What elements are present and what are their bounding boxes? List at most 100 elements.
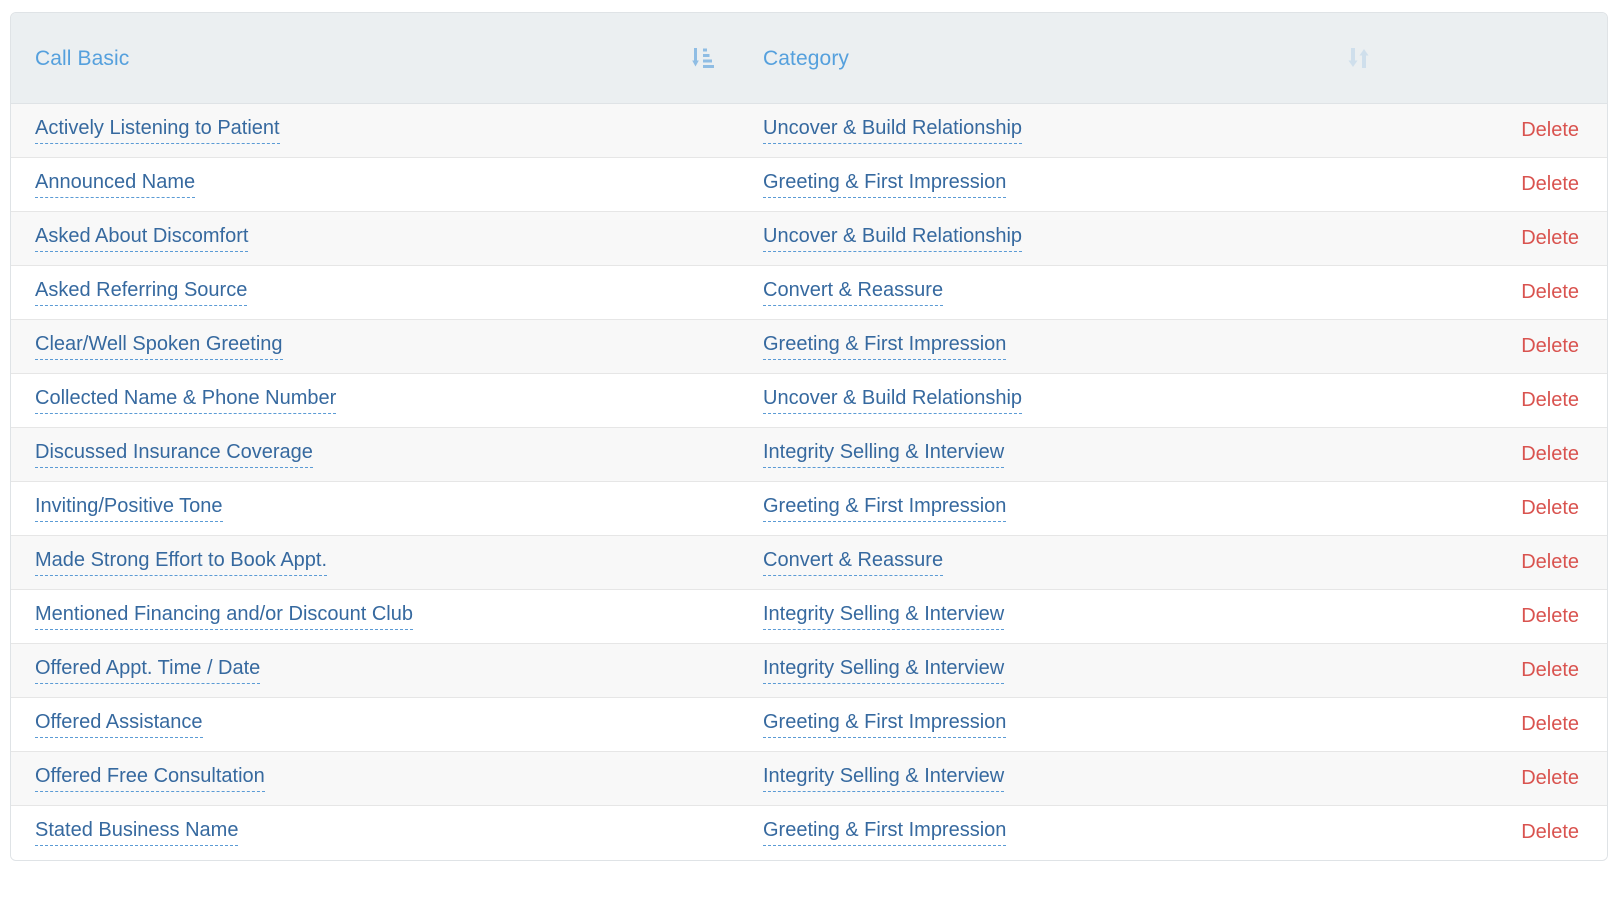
category-link[interactable]: Greeting & First Impression [763,171,1007,198]
cell-actions: Delete [1395,590,1607,644]
table-row: Actively Listening to Patient Uncover & … [11,103,1607,158]
cell-category: Greeting & First Impression [739,158,1395,212]
cell-actions: Delete [1395,752,1607,806]
cell-actions: Delete [1395,644,1607,698]
table-header-row: Call Basic Category [11,13,1607,104]
cell-category: Convert & Reassure [739,266,1395,320]
category-link[interactable]: Greeting & First Impression [763,819,1007,847]
category-link[interactable]: Greeting & First Impression [763,333,1007,360]
call-basic-link[interactable]: Announced Name [35,171,196,198]
cell-actions: Delete [1395,158,1607,212]
delete-button[interactable]: Delete [1521,389,1579,412]
cell-call-basic: Collected Name & Phone Number [11,374,739,428]
call-basic-link[interactable]: Made Strong Effort to Book Appt. [35,549,328,576]
cell-actions: Delete [1395,212,1607,266]
cell-category: Integrity Selling & Interview [739,590,1395,644]
call-basic-link[interactable]: Asked Referring Source [35,279,248,306]
cell-actions: Delete [1395,698,1607,752]
delete-button[interactable]: Delete [1521,443,1579,466]
cell-call-basic: Offered Assistance [11,698,739,752]
delete-button[interactable]: Delete [1521,767,1579,790]
column-header-call-basic[interactable]: Call Basic [11,13,739,104]
cell-call-basic: Clear/Well Spoken Greeting [11,320,739,374]
column-header-category[interactable]: Category [739,13,1395,104]
delete-button[interactable]: Delete [1521,281,1579,304]
table-row: Announced Name Greeting & First Impressi… [11,157,1607,212]
delete-button[interactable]: Delete [1521,173,1579,196]
table-row: Inviting/Positive Tone Greeting & First … [11,481,1607,536]
category-link[interactable]: Uncover & Build Relationship [763,117,1023,144]
cell-category: Uncover & Build Relationship [739,374,1395,428]
delete-button[interactable]: Delete [1521,821,1579,844]
cell-category: Convert & Reassure [739,536,1395,590]
category-link[interactable]: Convert & Reassure [763,279,944,306]
category-link[interactable]: Integrity Selling & Interview [763,441,1005,468]
cell-call-basic: Stated Business Name [11,806,739,860]
call-basic-link[interactable]: Actively Listening to Patient [35,117,280,144]
call-basic-link[interactable]: Stated Business Name [35,819,239,847]
table-row: Offered Appt. Time / Date Integrity Sell… [11,643,1607,698]
cell-call-basic: Mentioned Financing and/or Discount Club [11,590,739,644]
delete-button[interactable]: Delete [1521,227,1579,250]
category-link[interactable]: Greeting & First Impression [763,711,1007,738]
category-link[interactable]: Integrity Selling & Interview [763,765,1005,792]
delete-button[interactable]: Delete [1521,713,1579,736]
cell-actions: Delete [1395,374,1607,428]
cell-call-basic: Inviting/Positive Tone [11,482,739,536]
call-basic-link[interactable]: Inviting/Positive Tone [35,495,223,522]
cell-actions: Delete [1395,482,1607,536]
category-link[interactable]: Uncover & Build Relationship [763,387,1023,414]
call-basics-table-card: Call Basic Category Actively Listening t… [10,12,1608,861]
page-root: Call Basic Category Actively Listening t… [0,0,1618,900]
column-header-actions [1395,13,1607,104]
cell-actions: Delete [1395,320,1607,374]
cell-category: Uncover & Build Relationship [739,212,1395,266]
cell-call-basic: Actively Listening to Patient [11,104,739,158]
category-link[interactable]: Greeting & First Impression [763,495,1007,522]
call-basics-table: Call Basic Category Actively Listening t… [11,13,1607,860]
sort-unsorted-icon[interactable] [1347,45,1371,71]
call-basic-link[interactable]: Mentioned Financing and/or Discount Club [35,603,413,630]
call-basic-link[interactable]: Clear/Well Spoken Greeting [35,333,283,360]
column-header-call-basic-label: Call Basic [35,46,130,70]
table-row: Mentioned Financing and/or Discount Club… [11,589,1607,644]
cell-category: Greeting & First Impression [739,806,1395,860]
cell-category: Integrity Selling & Interview [739,428,1395,482]
table-row: Made Strong Effort to Book Appt. Convert… [11,535,1607,590]
table-row: Asked About Discomfort Uncover & Build R… [11,211,1607,266]
cell-category: Greeting & First Impression [739,698,1395,752]
call-basic-link[interactable]: Collected Name & Phone Number [35,387,337,414]
category-link[interactable]: Integrity Selling & Interview [763,657,1005,684]
call-basic-link[interactable]: Offered Free Consultation [35,765,265,792]
call-basic-link[interactable]: Discussed Insurance Coverage [35,441,313,468]
cell-category: Greeting & First Impression [739,482,1395,536]
table-row: Asked Referring Source Convert & Reassur… [11,265,1607,320]
delete-button[interactable]: Delete [1521,119,1579,142]
sort-amount-down-icon[interactable] [691,45,715,71]
call-basic-link[interactable]: Offered Assistance [35,711,203,738]
delete-button[interactable]: Delete [1521,659,1579,682]
table-body: Actively Listening to Patient Uncover & … [11,103,1607,860]
category-link[interactable]: Convert & Reassure [763,549,944,576]
category-link[interactable]: Integrity Selling & Interview [763,603,1005,630]
category-link[interactable]: Uncover & Build Relationship [763,225,1023,252]
cell-category: Integrity Selling & Interview [739,644,1395,698]
call-basic-link[interactable]: Offered Appt. Time / Date [35,657,261,684]
cell-call-basic: Discussed Insurance Coverage [11,428,739,482]
delete-button[interactable]: Delete [1521,335,1579,358]
column-header-category-label: Category [763,46,850,70]
delete-button[interactable]: Delete [1521,551,1579,574]
table-row: Discussed Insurance Coverage Integrity S… [11,427,1607,482]
delete-button[interactable]: Delete [1521,605,1579,628]
cell-call-basic: Asked About Discomfort [11,212,739,266]
cell-actions: Delete [1395,428,1607,482]
cell-actions: Delete [1395,536,1607,590]
column-header-category-inner[interactable]: Category [739,13,1395,103]
column-header-call-basic-inner[interactable]: Call Basic [11,13,739,103]
column-header-actions-inner [1395,13,1607,103]
table-row: Stated Business Name Greeting & First Im… [11,805,1607,860]
table-row: Offered Assistance Greeting & First Impr… [11,697,1607,752]
cell-category: Greeting & First Impression [739,320,1395,374]
delete-button[interactable]: Delete [1521,497,1579,520]
call-basic-link[interactable]: Asked About Discomfort [35,225,249,252]
